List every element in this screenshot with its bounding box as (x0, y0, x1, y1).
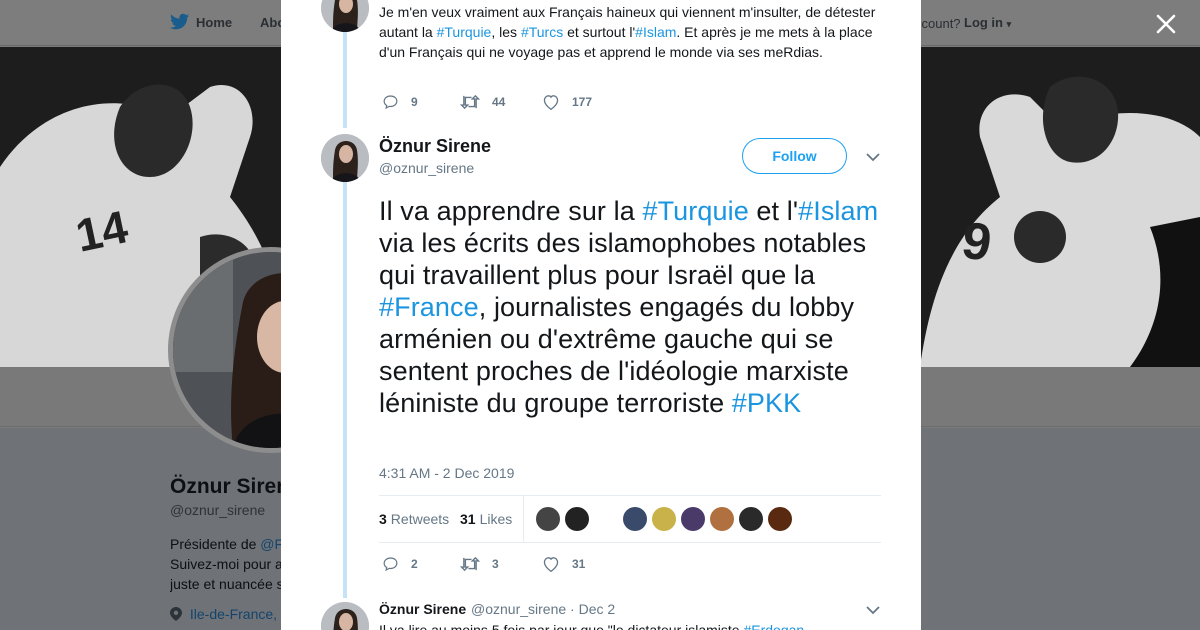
reply-icon (383, 557, 398, 572)
bio-line: Suivez-moi pour a (170, 556, 283, 572)
nav-login-link[interactable]: Log in ▾ (964, 15, 1011, 30)
reply-button[interactable]: 9 (382, 94, 442, 110)
location-text: Ile-de-France, (189, 606, 278, 622)
liker-avatar[interactable] (565, 507, 589, 531)
nav-home-link[interactable]: Home (196, 15, 232, 30)
profile-name: Öznur Siren (170, 475, 290, 498)
login-label: Log in (964, 15, 1003, 30)
reply-text-body: Il va lire au moins 5 fois par jour que … (379, 622, 744, 630)
reply-meta: @oznur_sirene · Dec 2 (471, 601, 616, 617)
heart-icon (543, 95, 559, 110)
chevron-down-icon (866, 153, 880, 162)
reply-tweet-text: Il va lire au moins 5 fois par jour que … (379, 620, 889, 630)
like-stat-label: Likes (479, 511, 513, 527)
liker-avatar[interactable] (623, 507, 647, 531)
bio-mention-link[interactable]: @F (260, 536, 283, 552)
bio-text: Présidente de (170, 536, 261, 552)
profile-handle: @oznur_sirene (170, 502, 266, 518)
profile-location[interactable]: Ile-de-France, (170, 606, 285, 622)
hashtag-link[interactable]: #Turcs (521, 24, 563, 40)
nav-account-prompt: ccount? (915, 16, 961, 31)
like-button[interactable]: 177 (542, 94, 592, 110)
tweet-options-button[interactable] (865, 150, 881, 164)
liker-avatar[interactable] (739, 507, 763, 531)
tweet-text-segment: via les écrits des islamophobes notables… (379, 228, 867, 290)
reply-author-handle[interactable]: @oznur_sirene (471, 601, 566, 617)
tweet-stats: 3 Retweets 31 Likes (379, 495, 881, 543)
bio-line: juste et nuancée s (170, 576, 284, 592)
reply-count: 9 (411, 95, 418, 109)
close-modal-button[interactable] (1152, 10, 1180, 38)
retweet-button[interactable]: 44 (460, 94, 524, 110)
hashtag-link[interactable]: #France (379, 292, 479, 322)
reply-count: 2 (411, 557, 418, 571)
tweet-text-segment: Il va apprendre sur la (379, 196, 643, 226)
retweet-button[interactable]: 3 (460, 556, 524, 572)
author-name[interactable]: Öznur Sirene (379, 136, 491, 157)
location-pin-icon (170, 606, 186, 622)
liker-avatar[interactable] (594, 507, 618, 531)
follow-button[interactable]: Follow (742, 138, 847, 174)
tweet-text-segment: et surtout l' (563, 24, 636, 40)
previous-tweet-actions: 9 44 177 (382, 94, 610, 110)
retweet-count: 3 (492, 557, 499, 571)
reply-button[interactable]: 2 (382, 556, 442, 572)
reply-author-name[interactable]: Öznur Sirene (379, 601, 466, 617)
author-handle[interactable]: @oznur_sirene (379, 160, 474, 176)
chevron-down-icon: ▾ (1006, 19, 1012, 29)
liker-avatar[interactable] (768, 507, 792, 531)
hashtag-link[interactable]: #Turquie (642, 196, 748, 226)
retweet-count: 44 (492, 95, 506, 109)
liker-avatar[interactable] (652, 507, 676, 531)
retweet-stat[interactable]: 3 Retweets (379, 511, 449, 527)
like-count: 31 (572, 557, 586, 571)
thread-connector-line (343, 182, 347, 598)
thread-connector-line (343, 32, 347, 128)
like-stat[interactable]: 31 Likes (460, 511, 512, 527)
chevron-down-icon (866, 606, 880, 615)
main-tweet-actions: 2 3 31 (382, 556, 603, 572)
profile-bio: Présidente de @F Suivez-moi pour a juste… (170, 534, 285, 594)
liker-avatar[interactable] (536, 507, 560, 531)
tweet-permalink-modal: Je m'en veux vraiment aux Français haine… (281, 0, 921, 630)
reply-tweet-avatar[interactable] (321, 602, 369, 630)
hashtag-link[interactable]: #Turquie (437, 24, 492, 40)
heart-icon (543, 557, 559, 572)
previous-tweet-avatar[interactable] (321, 0, 369, 32)
stats-divider (523, 496, 524, 543)
like-count: 177 (572, 95, 593, 109)
main-tweet-text: Il va apprendre sur la #Turquie et l'#Is… (379, 195, 889, 419)
hashtag-link[interactable]: #Islam (635, 24, 676, 40)
hashtag-link[interactable]: #Erdogan (743, 622, 804, 630)
retweet-stat-label: Retweets (390, 511, 450, 527)
like-button[interactable]: 31 (542, 556, 585, 572)
reply-date[interactable]: Dec 2 (579, 601, 616, 617)
liker-avatar[interactable] (681, 507, 705, 531)
tweet-timestamp[interactable]: 4:31 AM - 2 Dec 2019 (379, 465, 514, 481)
retweet-stat-count: 3 (379, 511, 387, 527)
liker-avatar[interactable] (710, 507, 734, 531)
like-stat-count: 31 (460, 511, 476, 527)
reply-options-button[interactable] (865, 603, 881, 617)
hashtag-link[interactable]: #PKK (732, 388, 801, 418)
retweet-icon (460, 94, 480, 110)
twitter-bird-icon[interactable] (170, 13, 190, 36)
tweet-text-segment: et l' (748, 196, 799, 226)
previous-tweet-text: Je m'en veux vraiment aux Français haine… (379, 2, 889, 62)
tweet-text-segment: , les (491, 24, 521, 40)
reply-icon (383, 95, 398, 110)
hashtag-link[interactable]: #Islam (798, 196, 878, 226)
retweet-icon (460, 556, 480, 572)
main-tweet-avatar[interactable] (321, 134, 369, 182)
close-icon (1156, 14, 1176, 34)
